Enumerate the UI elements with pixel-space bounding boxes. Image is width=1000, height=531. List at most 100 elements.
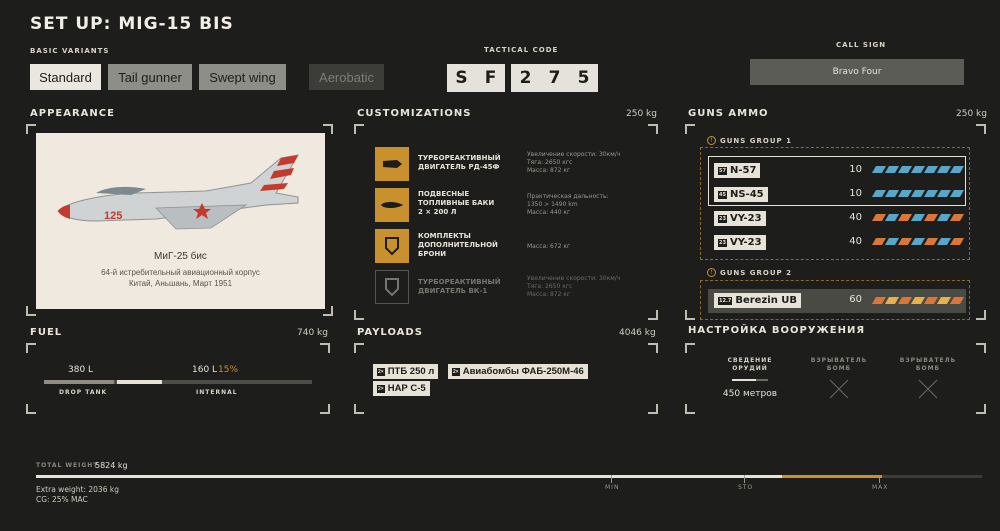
tactical-code-char[interactable]: F [476, 64, 505, 92]
internal-fill[interactable] [117, 380, 162, 384]
fuel-weight: 740 kg [297, 328, 328, 338]
convergence-value: 450 метров [722, 389, 778, 399]
frame-corner [685, 310, 695, 320]
armor-icon [375, 229, 409, 263]
bomb-fuze-label: ВЗРЫВАТЕЛЬ БОМБ [899, 357, 957, 372]
weight-bar-track [36, 475, 982, 478]
custom-item-desc: Практическая дальность: 1350 > 1490 km М… [527, 193, 609, 216]
tactical-code-char[interactable]: 5 [569, 64, 598, 92]
ammo-belt [871, 166, 965, 173]
tactical-code-char[interactable]: 2 [511, 64, 540, 92]
frame-corner [26, 306, 36, 316]
variant-aerobatic-button[interactable]: Aerobatic [309, 64, 384, 90]
customizations-title: CUSTOMIZATIONS [357, 108, 472, 119]
frame-corner [354, 404, 364, 414]
tactical-code-char[interactable]: 7 [540, 64, 569, 92]
cg-value: CG: 25% MAC [36, 495, 88, 504]
gun-name: N-57 [729, 165, 757, 176]
max-tick [879, 475, 880, 483]
info-icon: ! [707, 136, 716, 145]
plane-unit: 64-й истребительный авиационный корпус [101, 268, 260, 277]
max-tick-label: MAX [872, 484, 889, 491]
min-tick [611, 475, 612, 483]
gun-count: 10 [849, 164, 862, 175]
gun-row[interactable]: 45 NS-45 [714, 186, 768, 203]
call-sign-input[interactable]: Bravo Four [750, 59, 964, 85]
gun-name: VY-23 [729, 213, 762, 224]
frame-corner [685, 124, 695, 134]
gun-badge: 23 VY-23 [714, 235, 766, 250]
gun-name: NS-45 [729, 189, 764, 200]
fuel-tank-icon [375, 188, 409, 222]
gun-row[interactable]: 57 N-57 [714, 162, 761, 179]
custom-item-desc: Увеличение скорости: 30км/ч Тяга: 2650 к… [527, 151, 621, 174]
guns-ammo-title: GUNS AMMO [688, 108, 769, 119]
frame-corner [320, 404, 330, 414]
variant-swept-wing-button[interactable]: Swept wing [199, 64, 286, 90]
page-title: SET UP: MIG-15 BIS [30, 14, 234, 34]
disabled-x-icon [829, 379, 849, 402]
mig-15-plane-image: 125 [57, 154, 299, 230]
appearance-card[interactable]: 125 МиГ-25 бис 64-й истребительный авиац… [36, 133, 325, 309]
plane-location: Китай, Аньшань, Март 1951 [128, 279, 233, 288]
frame-corner [976, 343, 986, 353]
variants-label: BASIC VARIANTS [30, 47, 110, 55]
payload-count: 2× [452, 367, 460, 376]
frame-corner [354, 310, 364, 320]
frame-corner [320, 343, 330, 353]
gun-name: Berezin UB [735, 295, 798, 306]
guns-group2-label: GUNS GROUP 2 [720, 269, 792, 277]
fuel-title: FUEL [30, 327, 63, 338]
frame-corner [685, 343, 695, 353]
tactical-code-char[interactable]: S [447, 64, 476, 92]
gun-name: VY-23 [729, 237, 762, 248]
gun-caliber: 45 [718, 190, 727, 199]
frame-corner [354, 343, 364, 353]
payload-item[interactable]: 2× НАР С-5 [373, 381, 430, 396]
gun-row[interactable]: 12.7 Berezin UB [714, 292, 802, 309]
frame-corner [976, 404, 986, 414]
total-weight-value: 5824 kg [95, 461, 128, 470]
custom-item-name: ТУРБОРЕАКТИВНЫЙ ДВИГАТЕЛЬ ВК-1 [418, 278, 501, 295]
frame-corner [354, 124, 364, 134]
payload-item[interactable]: 2× Авиабомбы ФАБ-250М-46 [448, 364, 588, 379]
convergence-slider[interactable] [732, 379, 768, 381]
gun-count: 40 [849, 212, 862, 223]
call-sign-label: CALL SIGN [836, 41, 887, 49]
guns-ammo-weight: 250 kg [956, 109, 987, 119]
frame-corner [648, 404, 658, 414]
tactical-code-label: TACTICAL CODE [484, 46, 559, 54]
payloads-weight: 4046 kg [619, 328, 656, 338]
gun-caliber: 23 [718, 214, 727, 223]
custom-item-vk1-engine[interactable] [375, 270, 409, 304]
variant-standard-button[interactable]: Standard [30, 64, 101, 90]
convergence-label: СВЕДЕНИЕ ОРУДИЙ [727, 357, 773, 372]
extra-weight: Extra weight: 2036 kg [36, 485, 119, 494]
appearance-title: APPEARANCE [30, 108, 115, 119]
ammo-belt [871, 238, 965, 245]
variant-tail-gunner-button[interactable]: Tail gunner [108, 64, 192, 90]
frame-corner [26, 404, 36, 414]
frame-corner [648, 310, 658, 320]
custom-item-armor[interactable] [375, 229, 409, 263]
gun-row[interactable]: 23 VY-23 [714, 210, 766, 227]
payload-item[interactable]: 2× ПТБ 250 л [373, 364, 439, 379]
drop-tank-value: 380 L [68, 365, 94, 375]
min-tick-label: MIN [605, 484, 620, 491]
custom-item-fuel-tanks[interactable] [375, 188, 409, 222]
drop-tank-fill [44, 380, 114, 384]
frame-corner [976, 310, 986, 320]
engine-icon [375, 147, 409, 181]
total-weight-label: TOTAL WEIGHT [36, 462, 99, 469]
frame-corner [685, 404, 695, 414]
gun-badge: 45 NS-45 [714, 187, 768, 202]
plane-number-text: 125 [104, 210, 122, 222]
gun-caliber: 57 [718, 166, 727, 175]
custom-item-name: ПОДВЕСНЫЕ ТОПЛИВНЫЕ БАКИ 2 × 200 Л [418, 190, 495, 216]
custom-item-engine[interactable] [375, 147, 409, 181]
custom-item-name: КОМПЛЕКТЫ ДОПОЛНИТЕЛЬНОЙ БРОНИ [418, 232, 498, 258]
frame-corner [976, 124, 986, 134]
gun-row[interactable]: 23 VY-23 [714, 234, 766, 251]
fuel-slider-track[interactable] [44, 380, 312, 384]
drop-tank-label: DROP TANK [59, 389, 108, 396]
